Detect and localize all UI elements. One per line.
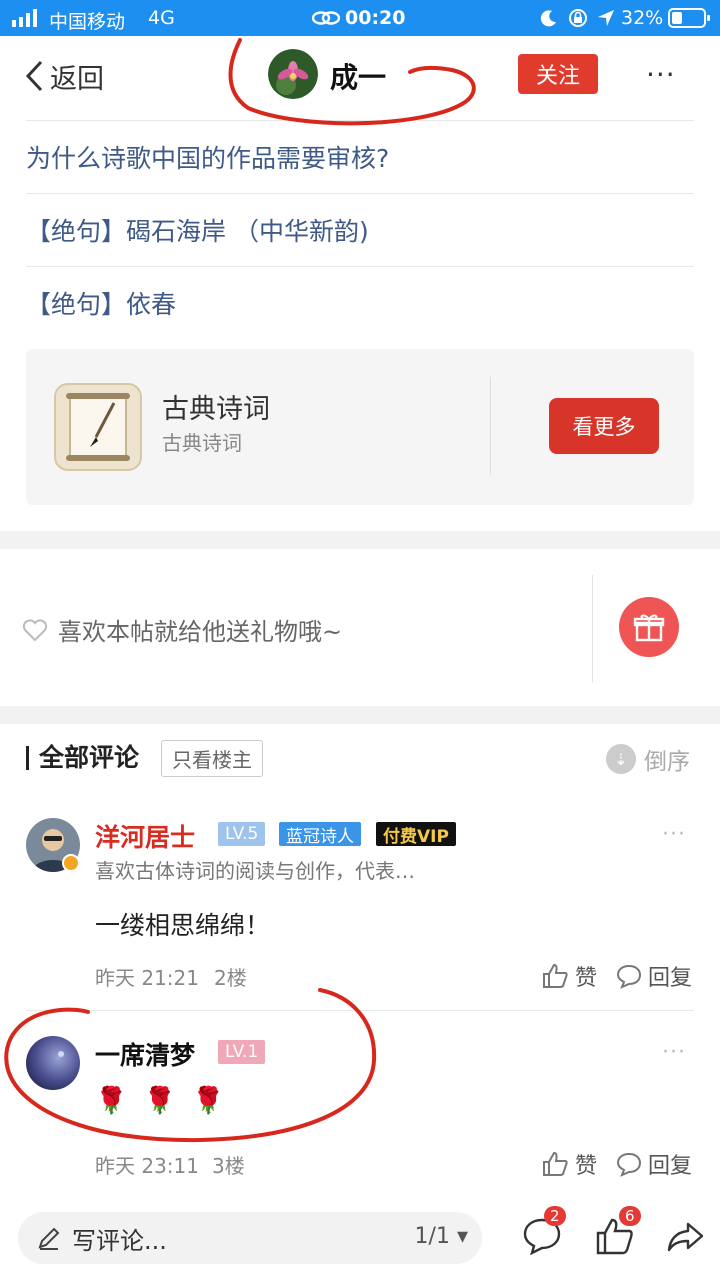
share-button[interactable] xyxy=(666,1216,706,1260)
see-more-button[interactable]: 看更多 xyxy=(549,398,659,454)
sort-label: 倒序 xyxy=(644,749,690,775)
gift-button[interactable] xyxy=(619,597,679,657)
like-count: 6 xyxy=(619,1206,641,1226)
sort-icon: ⇣ xyxy=(606,744,636,774)
status-bar: 中国移动 4G 00:20 32% xyxy=(0,0,720,36)
clock: 00:20 xyxy=(345,7,406,29)
divider xyxy=(592,575,593,683)
top-nav: 返回 成一 关注 ··· xyxy=(0,36,720,118)
related-link[interactable]: 为什么诗歌中国的作品需要审核? xyxy=(26,120,694,192)
share-arrow-icon xyxy=(667,1222,704,1252)
like-button[interactable]: 赞 xyxy=(541,960,597,992)
topic-card[interactable]: 古典诗词 古典诗词 看更多 xyxy=(26,349,694,505)
back-label: 返回 xyxy=(50,63,104,95)
comment-username[interactable]: 洋河居士 xyxy=(95,818,195,854)
page-number: 1/1 xyxy=(414,1224,450,1249)
battery-icon xyxy=(668,8,712,33)
comment-floor: 2楼 xyxy=(214,966,247,990)
user-bio: 喜欢古体诗词的阅读与创作，代表… xyxy=(95,859,415,883)
reply-label: 回复 xyxy=(648,1154,693,1179)
heart-outline-icon xyxy=(22,618,48,641)
battery-percent: 32% xyxy=(621,7,664,29)
reply-label: 回复 xyxy=(648,966,693,991)
back-button[interactable]: 返回 xyxy=(24,56,104,96)
only-op-filter[interactable]: 只看楼主 xyxy=(161,739,264,777)
comment-more-icon[interactable]: ··· xyxy=(662,822,686,847)
comment-more-icon[interactable]: ··· xyxy=(662,1040,686,1065)
verified-icon xyxy=(62,854,80,872)
avatar[interactable] xyxy=(26,1036,80,1090)
section-divider xyxy=(0,531,720,549)
sort-toggle[interactable]: ⇣ 倒序 xyxy=(606,742,690,776)
vip-badge: 付费VIP xyxy=(376,822,456,847)
like-label: 赞 xyxy=(575,1154,598,1179)
comment-count: 2 xyxy=(544,1206,566,1226)
topic-title: 古典诗词 xyxy=(162,394,270,425)
like-label: 赞 xyxy=(575,966,598,991)
comments-title: 全部评论 xyxy=(26,745,139,770)
thumbs-up-icon xyxy=(543,1151,568,1176)
gift-prompt-text: 喜欢本帖就给他送礼物哦~ xyxy=(58,618,343,646)
comment-placeholder: 写评论... xyxy=(72,1226,167,1255)
bottom-bar: 写评论... 1/1 ▾ 2 6 xyxy=(0,1196,720,1280)
gift-prompt[interactable]: 喜欢本帖就给他送礼物哦~ xyxy=(22,612,342,647)
reply-button[interactable]: 回复 xyxy=(616,1148,692,1180)
related-link[interactable]: 【绝句】碣石海岸 （中华新韵) xyxy=(26,193,694,265)
comment-username[interactable]: 一席清梦 xyxy=(95,1036,195,1072)
like-post-button[interactable]: 6 xyxy=(595,1206,641,1260)
comments-header: 全部评论 只看楼主 xyxy=(26,739,264,777)
signal-icon xyxy=(12,9,42,32)
section-divider xyxy=(0,706,720,724)
pencil-icon xyxy=(38,1227,60,1250)
more-options-icon[interactable]: ··· xyxy=(646,58,676,91)
comment-content: 一缕相思绵绵！ xyxy=(95,911,271,940)
location-icon xyxy=(596,8,616,33)
network-label: 4G xyxy=(148,7,175,29)
level-badge: LV.5 xyxy=(218,822,266,846)
title-badge: 蓝冠诗人 xyxy=(279,822,361,847)
carrier-label: 中国移动 xyxy=(49,11,126,33)
author-avatar[interactable] xyxy=(268,49,318,99)
divider xyxy=(26,1010,694,1011)
reply-bubble-icon xyxy=(616,1152,642,1177)
link-icon xyxy=(311,9,341,32)
comment-input[interactable]: 写评论... 1/1 ▾ xyxy=(18,1212,482,1264)
comments-button[interactable]: 2 xyxy=(522,1206,566,1260)
divider xyxy=(490,377,491,475)
reply-bubble-icon xyxy=(616,964,642,989)
reply-button[interactable]: 回复 xyxy=(616,960,692,992)
moon-icon xyxy=(540,9,558,32)
gift-icon xyxy=(633,614,665,642)
scroll-brush-icon xyxy=(54,383,142,471)
related-link[interactable]: 【绝句】依春 xyxy=(26,266,694,338)
comment-time: 昨天 23:11 xyxy=(95,1154,199,1178)
comment-floor: 3楼 xyxy=(212,1154,245,1178)
rotation-lock-icon xyxy=(568,8,588,33)
like-button[interactable]: 赞 xyxy=(541,1148,597,1180)
author-name[interactable]: 成一 xyxy=(330,56,386,96)
chevron-left-icon xyxy=(25,60,43,92)
level-badge: LV.1 xyxy=(218,1040,266,1064)
follow-button[interactable]: 关注 xyxy=(518,54,598,94)
thumbs-up-icon xyxy=(543,963,568,988)
topic-subtitle: 古典诗词 xyxy=(162,431,242,455)
comment-content: 🌹 🌹 🌹 xyxy=(95,1086,229,1116)
comment-time: 昨天 21:21 xyxy=(95,966,199,990)
page-indicator[interactable]: 1/1 ▾ xyxy=(415,1224,468,1249)
